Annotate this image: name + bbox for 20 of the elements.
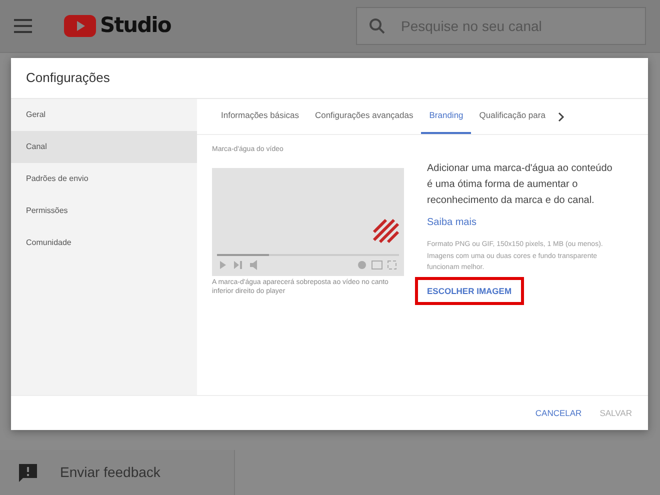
chevron-right-icon[interactable] — [557, 112, 566, 122]
choose-image-button[interactable]: ESCOLHER IMAGEM — [418, 280, 521, 302]
dialog-button[interactable]: CANCELAR — [529, 402, 588, 424]
sidebar-item[interactable]: Permissões — [11, 195, 197, 227]
learn-more-link[interactable]: Saiba mais — [427, 217, 476, 228]
tab[interactable]: Informações básicas — [213, 99, 307, 134]
search-icon — [369, 18, 385, 34]
tab[interactable]: Configurações avançadas — [306, 99, 422, 134]
menu-icon[interactable] — [14, 19, 32, 33]
feedback-icon — [18, 462, 38, 482]
play-logo-icon — [64, 15, 96, 37]
watermark-description: Adicionar uma marca-d'água ao conteúdo é uma ótima forma de aumentar o reconhecimento da marca e do canal. — [427, 162, 614, 208]
tab[interactable]: Branding — [421, 99, 472, 134]
tab[interactable]: Qualificação para — [471, 99, 554, 134]
sidebar-item[interactable]: Comunidade — [11, 227, 197, 259]
sidebar-item[interactable]: Canal — [11, 131, 197, 163]
nav-label[interactable]: Enviar feedback — [60, 462, 160, 483]
sidebar-item[interactable]: Geral — [11, 99, 197, 131]
sidebar-item[interactable]: Padrões de envio — [11, 163, 197, 195]
logo-text: Studio — [100, 12, 171, 40]
